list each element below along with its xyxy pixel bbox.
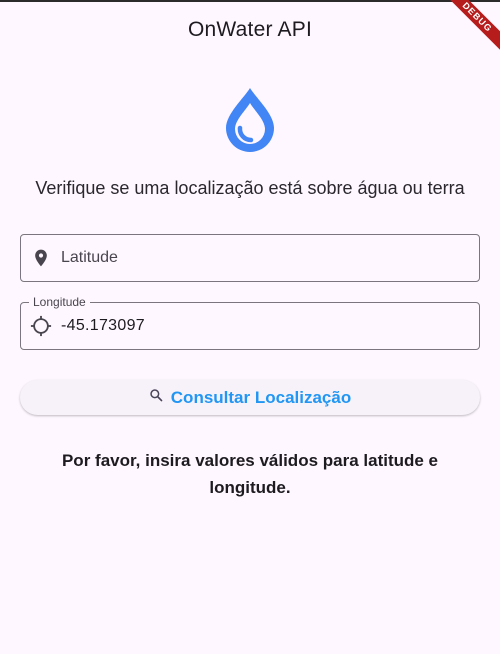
consult-location-button[interactable]: Consultar Localização [20,380,480,415]
validation-message: Por favor, insira valores válidos para l… [61,451,439,497]
app-title: OnWater API [188,18,312,41]
app-bar: OnWater API [0,2,500,58]
location-pin-icon [21,235,61,281]
latitude-field[interactable]: Latitude [20,234,480,282]
longitude-value: -45.173097 [61,317,145,334]
latitude-label: Latitude [61,249,118,266]
water-drop-icon [226,88,274,152]
consult-button-label: Consultar Localização [170,387,352,407]
gps-crosshair-icon [21,303,61,349]
search-icon [149,388,163,407]
longitude-field[interactable]: Longitude -45.173097 [20,295,480,350]
page-subtitle: Verifique se uma localização está sobre … [35,178,465,198]
longitude-label: Longitude [29,295,90,309]
